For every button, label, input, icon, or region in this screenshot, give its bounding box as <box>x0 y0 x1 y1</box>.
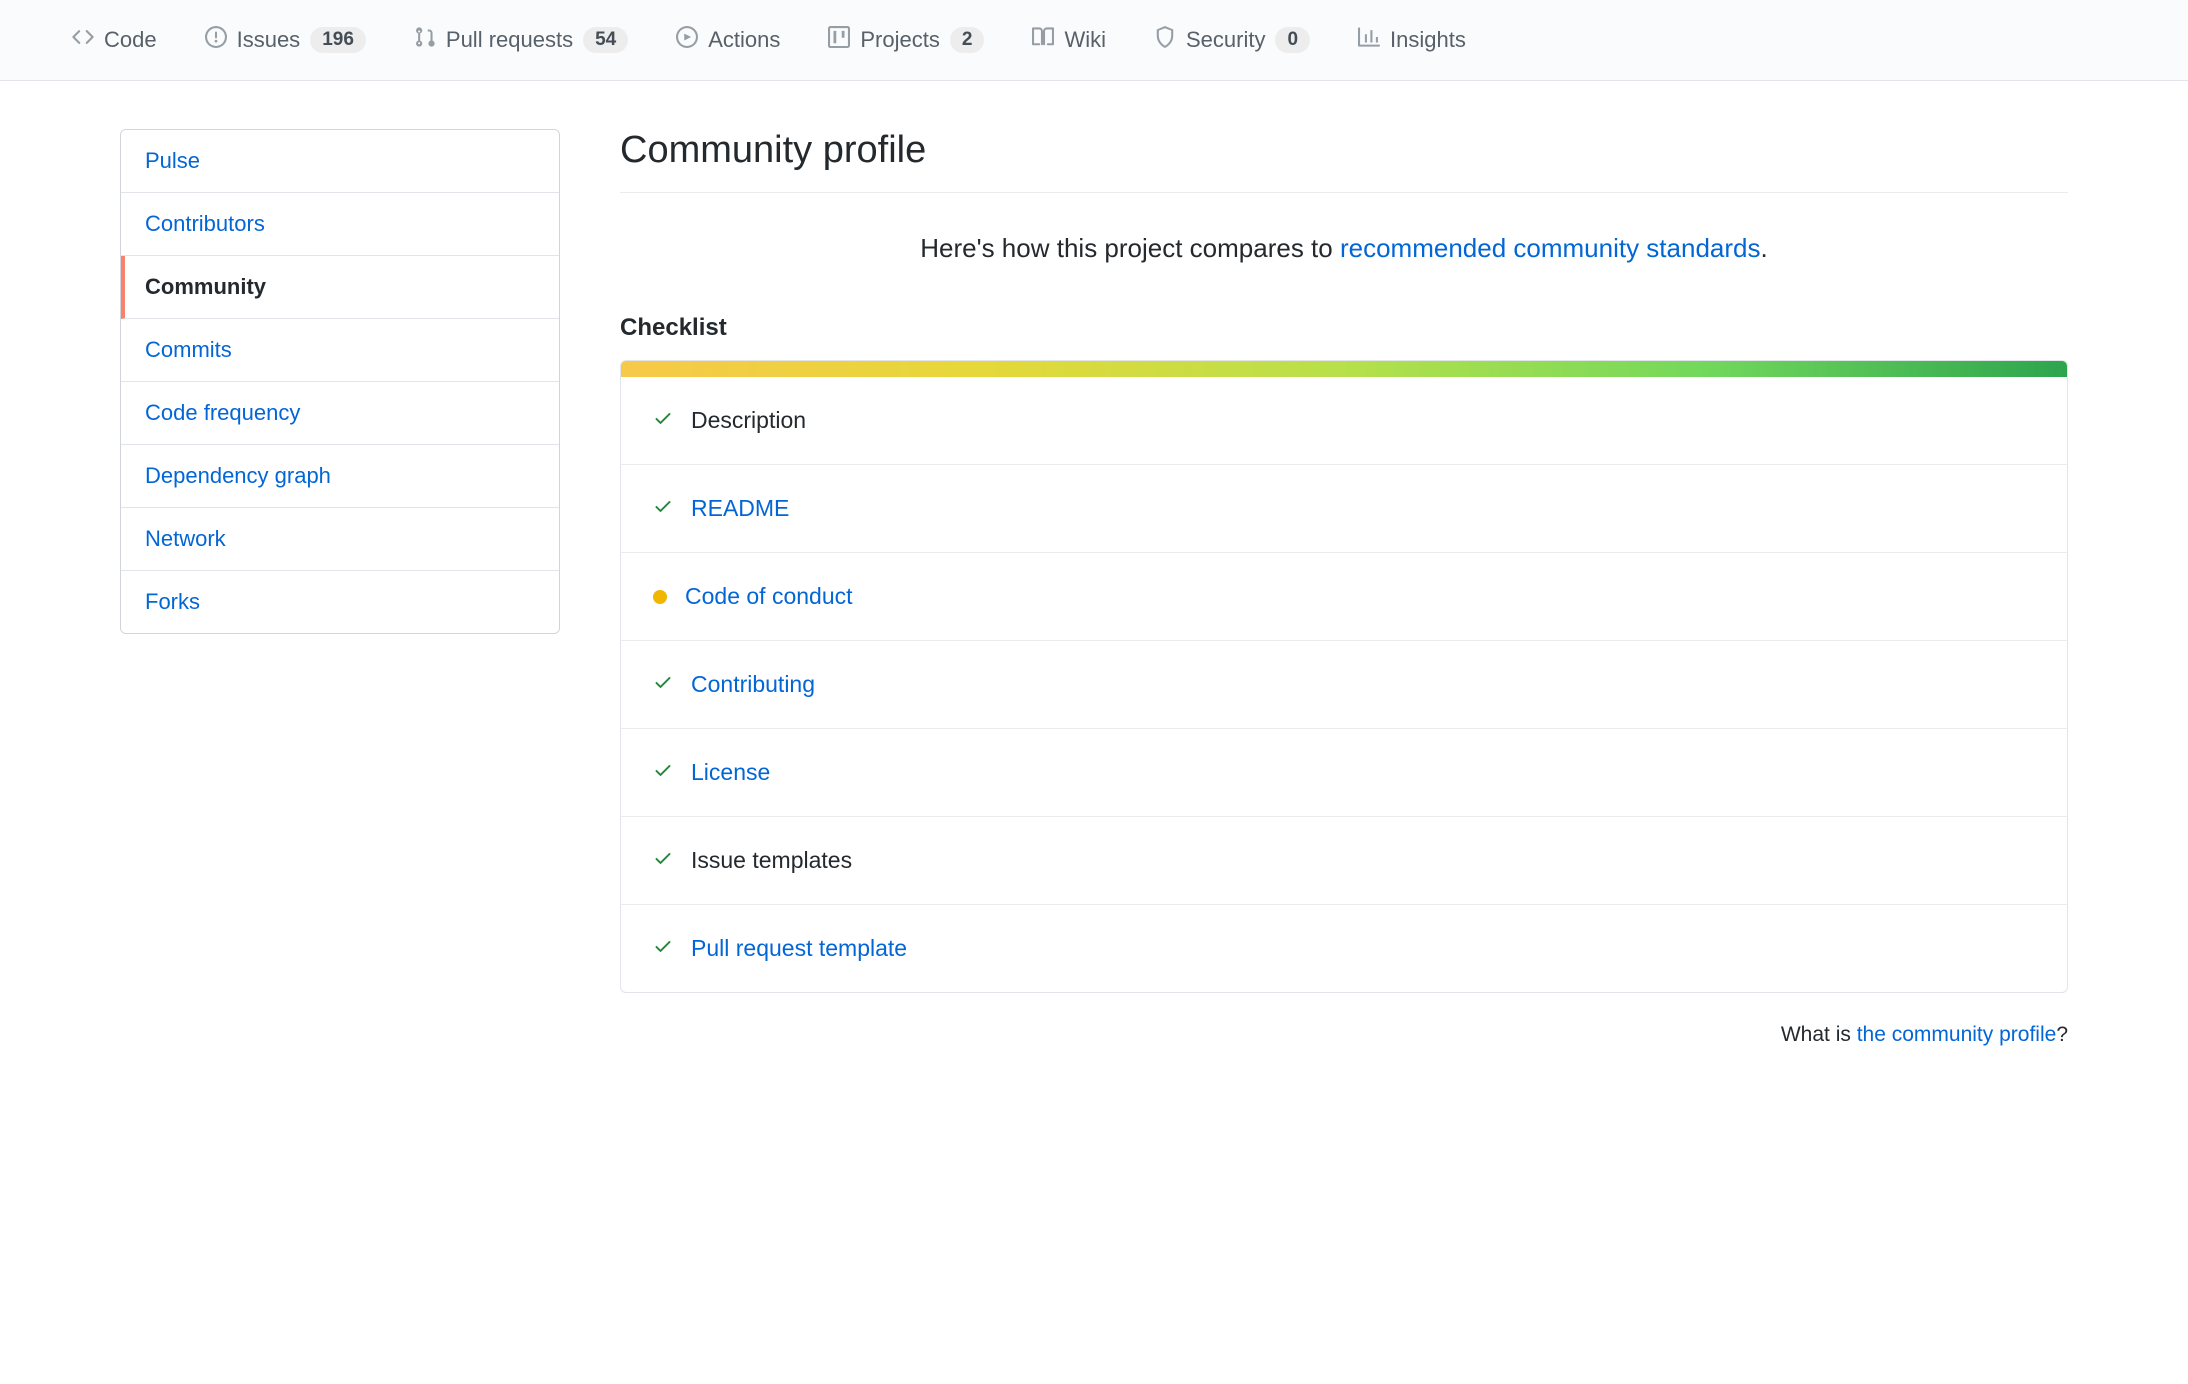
checklist-label[interactable]: License <box>691 759 770 786</box>
tab-label: Security <box>1186 27 1265 53</box>
checklist-label[interactable]: README <box>691 495 789 522</box>
code-icon <box>72 26 94 54</box>
checklist-row-license: License <box>621 729 2067 817</box>
sidebar-list: Pulse Contributors Community Commits Cod… <box>120 129 560 634</box>
check-icon <box>653 935 673 962</box>
check-icon <box>653 671 673 698</box>
sidebar-item-label: Forks <box>145 589 200 614</box>
tab-label: Actions <box>708 27 780 53</box>
sidebar-item-label: Network <box>145 526 226 551</box>
sidebar-item-label: Community <box>145 274 266 299</box>
tab-code[interactable]: Code <box>48 0 181 80</box>
sidebar-item-community[interactable]: Community <box>121 256 559 319</box>
community-profile-help-link[interactable]: the community profile <box>1857 1023 2057 1046</box>
repo-tabs-inner: Code Issues 196 Pull requests 54 Actions <box>0 0 2188 80</box>
tab-label: Pull requests <box>446 27 573 53</box>
tab-actions[interactable]: Actions <box>652 0 804 80</box>
check-icon <box>653 847 673 874</box>
dot-icon <box>653 590 667 604</box>
insights-sidebar: Pulse Contributors Community Commits Cod… <box>120 129 560 1047</box>
checklist-card: Description README Code of conduct Contr… <box>620 360 2068 993</box>
tab-count: 54 <box>583 27 628 53</box>
main-content: Community profile Here's how this projec… <box>620 129 2068 1047</box>
sidebar-item-label: Contributors <box>145 211 265 236</box>
sidebar-item-network[interactable]: Network <box>121 508 559 571</box>
subtitle: Here's how this project compares to reco… <box>620 233 2068 264</box>
checklist-row-issue-templates: Issue templates <box>621 817 2067 905</box>
tab-label: Insights <box>1390 27 1466 53</box>
page-container: Pulse Contributors Community Commits Cod… <box>0 81 2188 1087</box>
checklist-row-description: Description <box>621 377 2067 465</box>
checklist-row-code-of-conduct: Code of conduct <box>621 553 2067 641</box>
tab-label: Wiki <box>1064 27 1106 53</box>
tab-projects[interactable]: Projects 2 <box>804 0 1008 80</box>
footer-suffix: ? <box>2056 1023 2068 1046</box>
checklist-label: Description <box>691 407 806 434</box>
issue-icon <box>205 26 227 54</box>
sidebar-item-forks[interactable]: Forks <box>121 571 559 633</box>
shield-icon <box>1154 26 1176 54</box>
check-icon <box>653 407 673 434</box>
sidebar-item-label: Commits <box>145 337 232 362</box>
subtitle-prefix: Here's how this project compares to <box>920 233 1340 263</box>
subtitle-suffix: . <box>1761 233 1768 263</box>
tab-issues[interactable]: Issues 196 <box>181 0 390 80</box>
checklist-label[interactable]: Contributing <box>691 671 815 698</box>
graph-icon <box>1358 26 1380 54</box>
checklist-row-readme: README <box>621 465 2067 553</box>
book-icon <box>1032 26 1054 54</box>
tab-count: 196 <box>310 27 366 53</box>
tab-label: Issues <box>237 27 301 53</box>
tab-count: 0 <box>1275 27 1310 53</box>
checklist-label[interactable]: Code of conduct <box>685 583 853 610</box>
sidebar-item-label: Dependency graph <box>145 463 331 488</box>
tab-security[interactable]: Security 0 <box>1130 0 1334 80</box>
checklist-row-pr-template: Pull request template <box>621 905 2067 992</box>
tab-insights[interactable]: Insights <box>1334 0 1490 80</box>
play-icon <box>676 26 698 54</box>
checklist-label[interactable]: Pull request template <box>691 935 907 962</box>
sidebar-item-label: Code frequency <box>145 400 300 425</box>
sidebar-item-label: Pulse <box>145 148 200 173</box>
tab-wiki[interactable]: Wiki <box>1008 0 1130 80</box>
sidebar-item-commits[interactable]: Commits <box>121 319 559 382</box>
community-standards-link[interactable]: recommended community standards <box>1340 233 1761 263</box>
sidebar-item-dependency-graph[interactable]: Dependency graph <box>121 445 559 508</box>
sidebar-item-pulse[interactable]: Pulse <box>121 130 559 193</box>
page-title: Community profile <box>620 129 2068 193</box>
footer-prefix: What is <box>1781 1023 1857 1046</box>
repo-tabs: Code Issues 196 Pull requests 54 Actions <box>0 0 2188 81</box>
checklist-heading: Checklist <box>620 314 2068 342</box>
tab-pull-requests[interactable]: Pull requests 54 <box>390 0 652 80</box>
git-pull-request-icon <box>414 26 436 54</box>
check-icon <box>653 759 673 786</box>
sidebar-item-contributors[interactable]: Contributors <box>121 193 559 256</box>
progress-bar <box>621 361 2067 377</box>
project-icon <box>828 26 850 54</box>
tab-label: Code <box>104 27 157 53</box>
tab-count: 2 <box>950 27 985 53</box>
footer-note: What is the community profile? <box>620 1023 2068 1047</box>
checklist-row-contributing: Contributing <box>621 641 2067 729</box>
checklist-label: Issue templates <box>691 847 852 874</box>
sidebar-item-code-frequency[interactable]: Code frequency <box>121 382 559 445</box>
tab-label: Projects <box>860 27 939 53</box>
check-icon <box>653 495 673 522</box>
